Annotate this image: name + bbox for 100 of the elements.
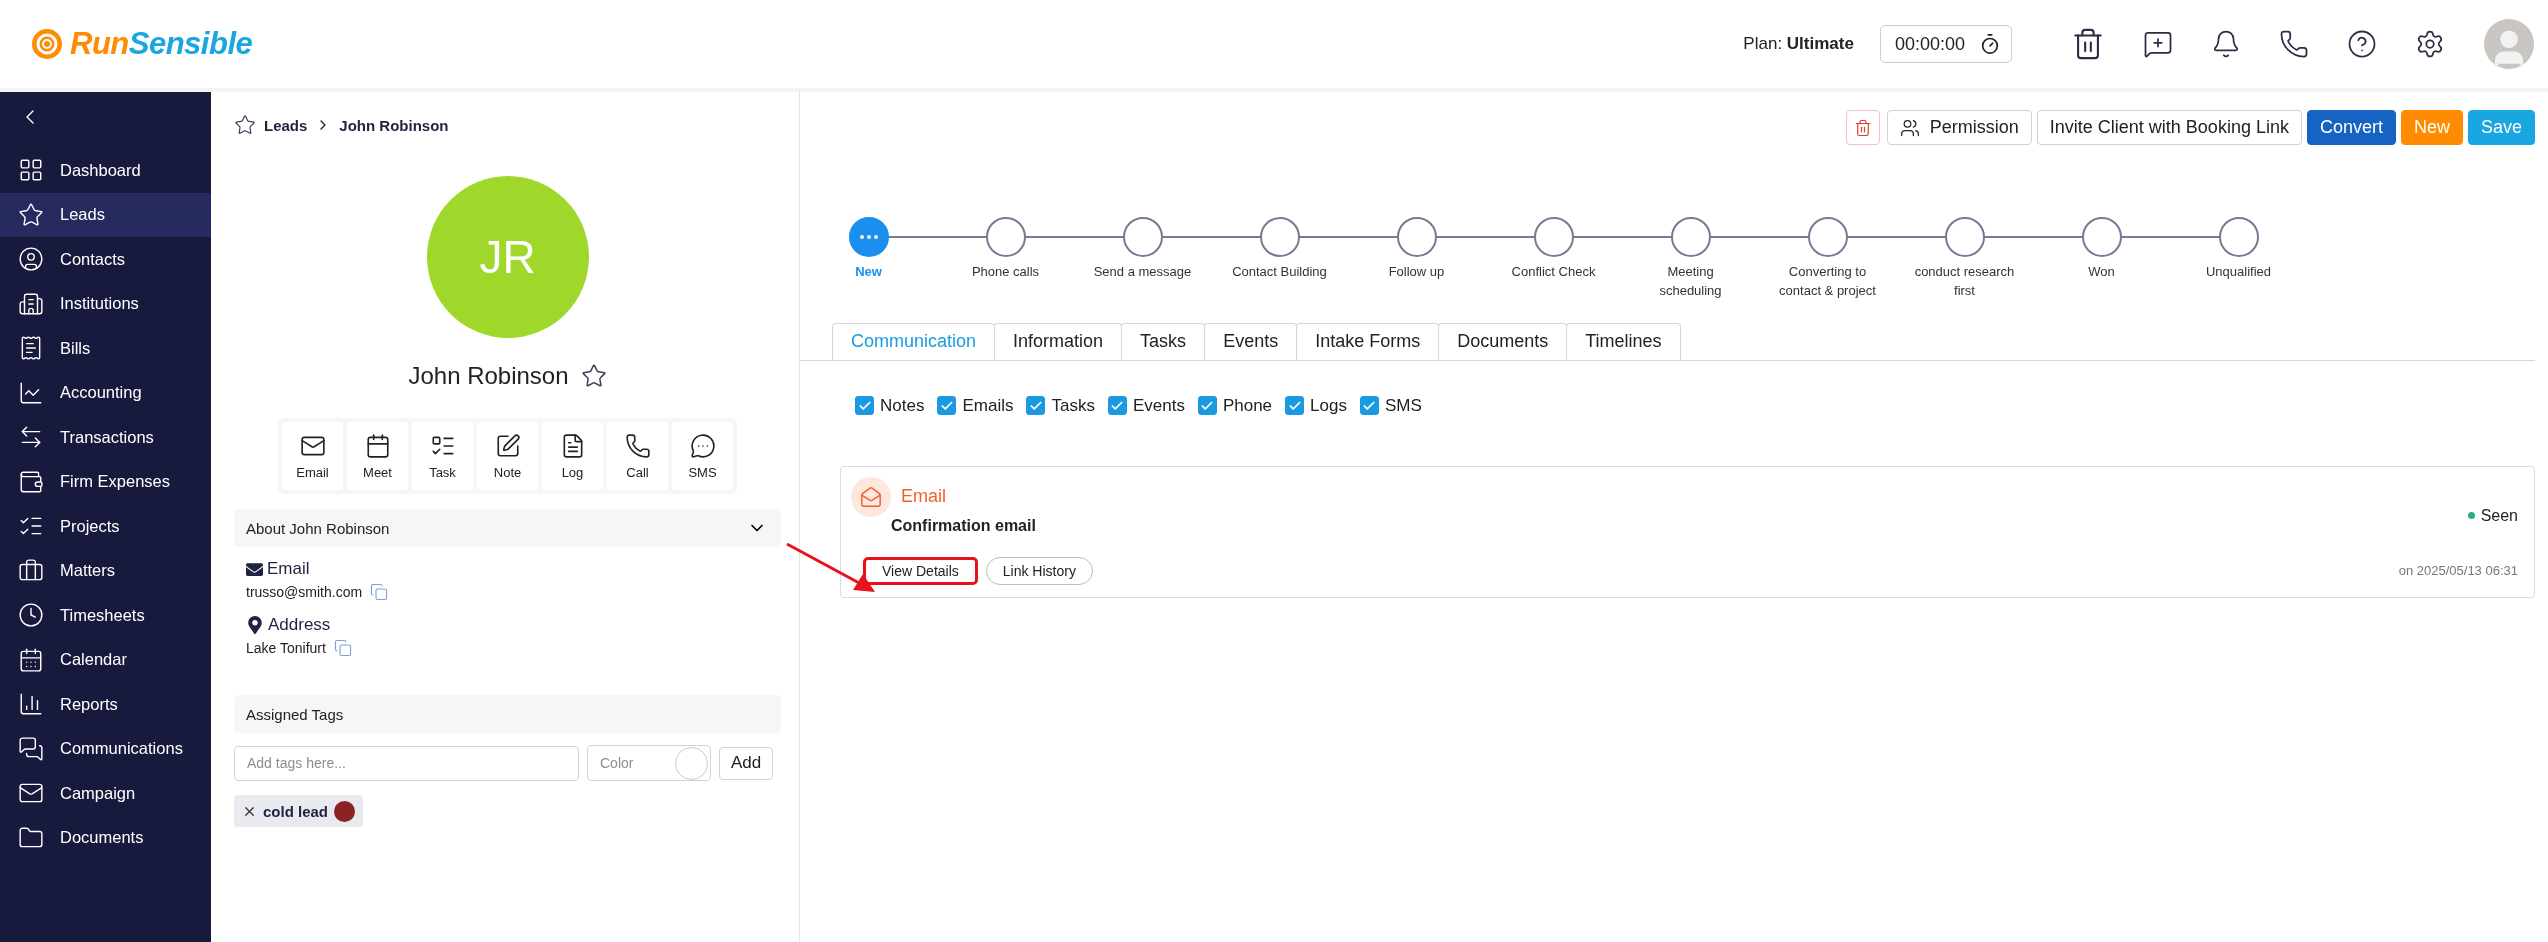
sidebar-item[interactable]: Accounting <box>0 370 211 415</box>
field-label: Email <box>267 559 310 579</box>
settings-icon[interactable] <box>2415 29 2445 59</box>
stage-dot[interactable] <box>848 217 889 257</box>
initials-avatar: JR <box>426 176 589 338</box>
calendar-icon <box>364 432 391 459</box>
chat-icon <box>689 432 716 459</box>
envelope-icon <box>246 560 263 578</box>
card-button[interactable]: View Details <box>863 556 978 585</box>
stage-label: Phone calls <box>970 263 1041 281</box>
stage-label: Send a message <box>1092 263 1193 281</box>
stage-label: Conflict Check <box>1510 263 1597 281</box>
sidebar-item[interactable]: Contacts <box>0 237 211 282</box>
tag-input-field[interactable]: Add tags here... <box>234 745 579 781</box>
sidebar-item[interactable]: Communications <box>0 726 211 771</box>
checkbox[interactable] <box>937 396 957 416</box>
sidebar-item[interactable]: Calendar <box>0 637 211 682</box>
status-text: Seen <box>2467 506 2518 525</box>
quick-action-button[interactable]: Log <box>542 422 603 490</box>
sidebar-item[interactable]: Reports <box>0 682 211 727</box>
map-pin-icon <box>246 616 264 634</box>
stage-label: Meeting scheduling <box>1658 263 1723 300</box>
quick-action-button[interactable]: Meet <box>347 422 408 490</box>
checkbox[interactable] <box>1285 396 1305 416</box>
stage-dot[interactable] <box>985 217 1026 257</box>
checkbox-label: Events <box>1132 395 1185 416</box>
tab[interactable]: Timelines <box>1566 322 1681 360</box>
delete-button[interactable] <box>1845 110 1880 145</box>
favorite-star-icon[interactable] <box>580 363 607 389</box>
sidebar-item[interactable]: Bills <box>0 326 211 371</box>
checkbox-label: SMS <box>1384 395 1422 416</box>
people-icon <box>1899 117 1920 138</box>
sidebar-item[interactable]: Firm Expenses <box>0 459 211 504</box>
sidebar-item[interactable]: Transactions <box>0 415 211 460</box>
quick-action-button[interactable]: Task <box>412 422 473 490</box>
timestamp: on 2025/05/13 06:31 <box>2398 563 2518 579</box>
section-title: Assigned Tags <box>246 705 344 723</box>
chat-icon <box>18 735 44 762</box>
phone-icon[interactable] <box>2279 29 2309 59</box>
sidebar-item[interactable]: Campaign <box>0 771 211 816</box>
field-label: Address <box>268 615 331 635</box>
checkbox[interactable] <box>1107 396 1127 416</box>
section-title: About John Robinson <box>246 519 390 537</box>
stage-dot[interactable] <box>1533 217 1574 257</box>
section-header[interactable]: About John Robinson <box>234 509 781 547</box>
contact-name: John Robinson <box>408 362 569 390</box>
stage-label: conduct research first <box>1913 263 2016 300</box>
stage-dot[interactable] <box>1396 217 1437 257</box>
pen-icon <box>494 432 521 459</box>
stage-dot[interactable] <box>1122 217 1163 257</box>
card-button[interactable]: Link History <box>985 556 1093 585</box>
sidebar-item[interactable]: Institutions <box>0 281 211 326</box>
stage-dot[interactable] <box>1944 217 1985 257</box>
activity-type: Email <box>901 486 946 508</box>
help-icon[interactable] <box>2347 29 2377 59</box>
sidebar-item[interactable]: Matters <box>0 548 211 593</box>
stage-dot[interactable] <box>1259 217 1300 257</box>
stage-dot[interactable] <box>2081 217 2122 257</box>
breadcrumb-link[interactable]: Leads <box>264 116 308 134</box>
permission-button[interactable]: Permission <box>1886 110 2032 145</box>
sidebar-item[interactable]: Leads <box>0 192 211 237</box>
stage-dot[interactable] <box>1670 217 1711 257</box>
tag-label: cold lead <box>263 802 329 820</box>
copy-icon[interactable] <box>333 639 352 657</box>
toolbar-button[interactable]: Invite Client with Booking Link <box>2036 110 2302 145</box>
toolbar-button[interactable]: Convert <box>2306 110 2396 145</box>
stage-label: Follow up <box>1387 263 1446 281</box>
sidebar-item[interactable]: Dashboard <box>0 148 211 193</box>
copy-icon[interactable] <box>370 583 389 601</box>
star-icon <box>234 114 256 136</box>
timer-field[interactable]: 00:00:00 <box>1879 25 2012 63</box>
sidebar-item[interactable]: Timesheets <box>0 593 211 638</box>
add-button[interactable]: Add <box>719 746 774 780</box>
checkbox-label: Logs <box>1310 395 1347 416</box>
quick-action-button[interactable]: Note <box>477 422 538 490</box>
checkbox-label: Notes <box>880 395 925 416</box>
quick-action-button[interactable]: SMS <box>672 422 733 490</box>
quick-action-button[interactable]: Call <box>607 422 668 490</box>
trash-icon <box>1853 118 1872 137</box>
checkbox-label: Tasks <box>1051 395 1095 416</box>
quick-action-button[interactable]: Email <box>282 422 343 490</box>
sidebar-item[interactable]: Documents <box>0 815 211 860</box>
checkbox[interactable] <box>855 396 874 416</box>
message-plus-icon[interactable] <box>2143 29 2173 59</box>
checkbox-label: Phone <box>1222 395 1273 416</box>
field-value: Lake Tonifurt <box>246 640 326 656</box>
checkbox[interactable] <box>1026 396 1046 416</box>
checkbox[interactable] <box>1197 396 1217 416</box>
trash-icon[interactable] <box>2071 27 2105 61</box>
stage-label: New <box>854 263 883 281</box>
stage-dot[interactable] <box>2218 217 2259 257</box>
user-icon <box>18 246 44 273</box>
bell-icon[interactable] <box>2211 29 2241 59</box>
clock-icon <box>18 602 44 629</box>
logo-text: RunSensible <box>70 26 253 62</box>
stage-dot[interactable] <box>1807 217 1848 257</box>
mail-open-icon <box>851 476 891 517</box>
phone-icon <box>624 432 651 459</box>
sidebar-item[interactable]: Projects <box>0 504 211 549</box>
checkbox[interactable] <box>1359 396 1379 416</box>
